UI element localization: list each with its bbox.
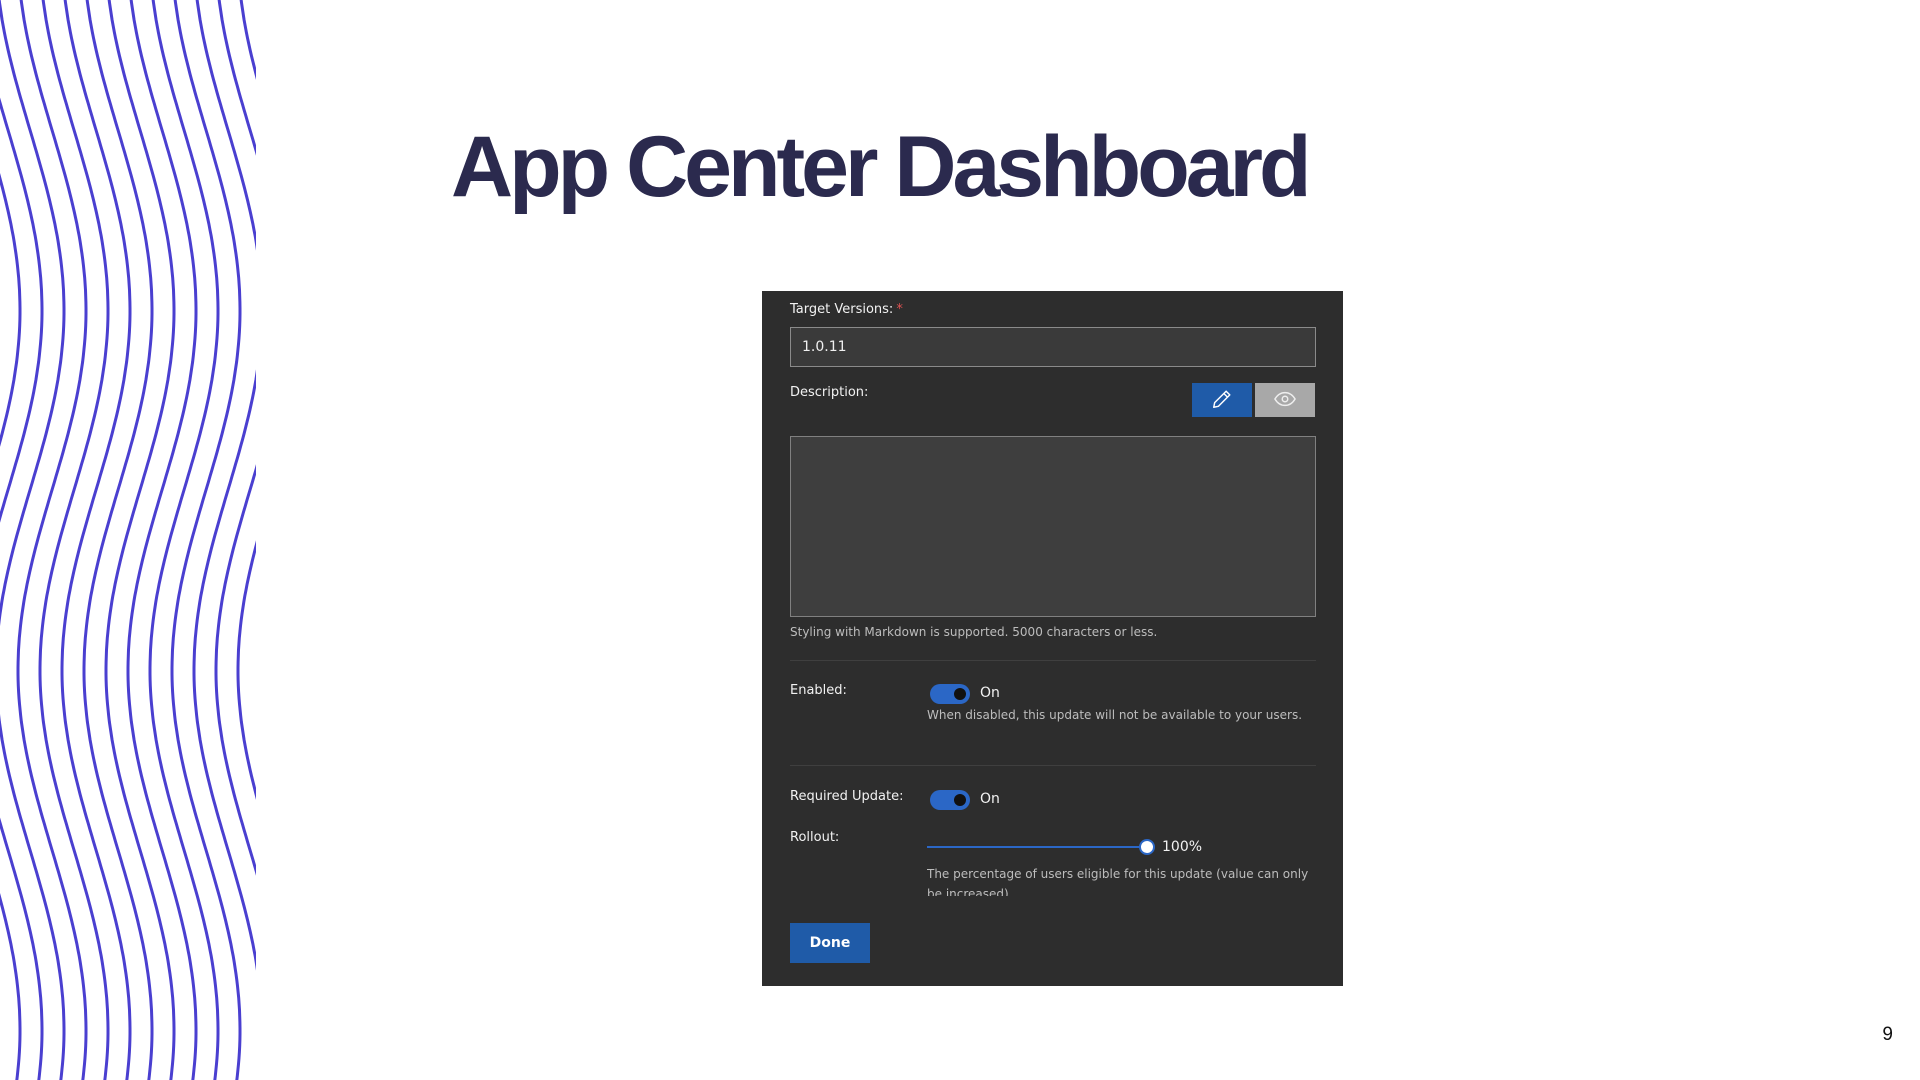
rollout-value: 100%: [1162, 839, 1203, 855]
divider: [790, 660, 1316, 661]
edit-mode-button[interactable]: [1192, 383, 1252, 417]
required-marker: *: [896, 302, 903, 317]
markdown-hint: Styling with Markdown is supported. 5000…: [790, 625, 1158, 639]
required-update-state: On: [980, 791, 1000, 807]
description-label: Description:: [790, 385, 869, 400]
decorative-wave-pattern: [0, 0, 256, 1080]
preview-mode-button[interactable]: [1255, 383, 1315, 417]
toggle-knob: [954, 794, 966, 806]
rollout-hint-container: The percentage of users eligible for thi…: [927, 864, 1322, 896]
rollout-hint: The percentage of users eligible for thi…: [927, 867, 1309, 896]
rollout-slider-track[interactable]: [927, 846, 1147, 848]
eye-icon: [1274, 391, 1296, 410]
page-number: 9: [1882, 1024, 1893, 1045]
target-versions-label: Target Versions: *: [790, 302, 903, 317]
pencil-icon: [1211, 388, 1233, 413]
divider: [790, 765, 1316, 766]
toggle-knob: [954, 688, 966, 700]
required-update-label: Required Update:: [790, 789, 904, 804]
done-button[interactable]: Done: [790, 923, 870, 963]
rollout-slider-thumb[interactable]: [1139, 839, 1155, 855]
release-settings-panel: Target Versions:* Description: Styling w…: [762, 291, 1343, 986]
target-versions-input[interactable]: [790, 327, 1316, 367]
required-update-toggle[interactable]: [930, 790, 970, 810]
enabled-state: On: [980, 685, 1000, 701]
rollout-label: Rollout:: [790, 830, 840, 845]
enabled-toggle[interactable]: [930, 684, 970, 704]
slide-title: App Center Dashboard: [451, 119, 1312, 215]
enabled-hint: When disabled, this update will not be a…: [927, 708, 1303, 722]
wave-line: [0, 0, 66, 1080]
description-textarea[interactable]: [790, 436, 1316, 617]
enabled-label: Enabled:: [790, 683, 847, 698]
